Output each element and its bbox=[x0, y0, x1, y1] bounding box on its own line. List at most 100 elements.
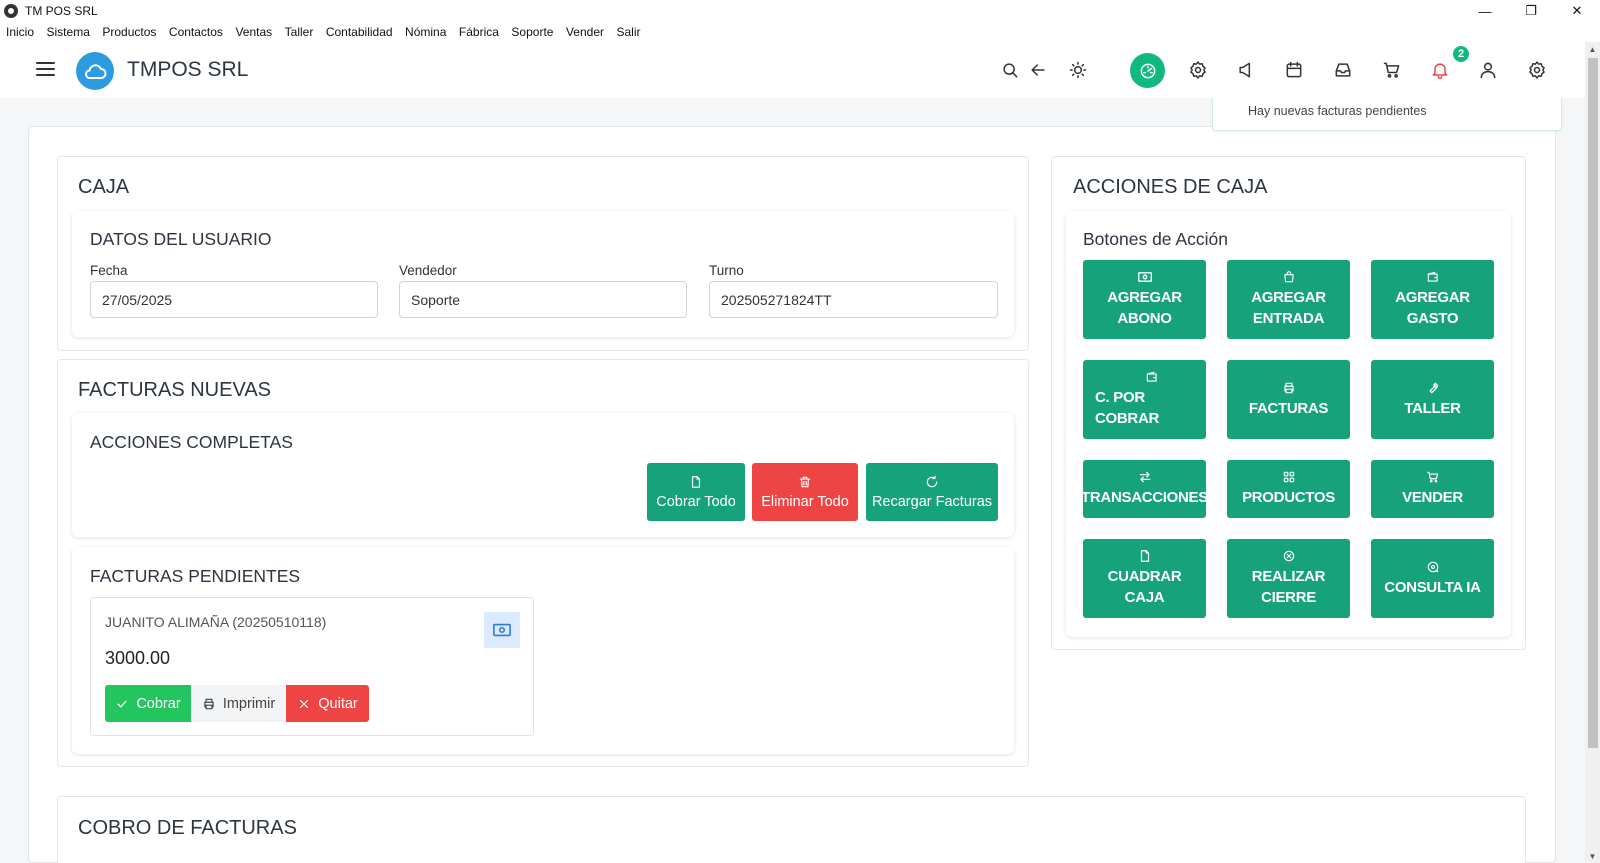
menu-item-salir[interactable]: Salir bbox=[617, 25, 641, 39]
menu-bar: Inicio Sistema Productos Contactos Venta… bbox=[0, 22, 653, 42]
recargar-facturas-button[interactable]: Recargar Facturas bbox=[866, 463, 998, 521]
notification-badge: 2 bbox=[1451, 44, 1471, 64]
scrollbar-thumb[interactable] bbox=[1588, 58, 1598, 748]
cuadrar-caja-line2: CAJA bbox=[1124, 589, 1165, 606]
cart-icon bbox=[1426, 471, 1438, 483]
fecha-input[interactable] bbox=[90, 281, 378, 318]
agregar-abono-button[interactable]: AGREGAR ABONO bbox=[1083, 260, 1206, 339]
toast-notification: Hay nuevas facturas pendientes bbox=[1212, 98, 1562, 131]
printer-icon bbox=[204, 698, 214, 709]
quitar-label: Quitar bbox=[318, 695, 358, 712]
scroll-up-arrow-icon[interactable]: ▲ bbox=[1585, 42, 1600, 56]
consulta-ia-button[interactable]: CONSULTA IA bbox=[1371, 539, 1494, 618]
imprimir-button[interactable]: Imprimir bbox=[191, 685, 286, 722]
wallet-icon bbox=[1427, 271, 1438, 282]
cobrar-button[interactable]: Cobrar bbox=[105, 685, 191, 722]
invoice-amount: 3000.00 bbox=[105, 648, 171, 668]
sun-icon[interactable] bbox=[1063, 55, 1093, 85]
fecha-label: Fecha bbox=[90, 263, 128, 278]
acciones-caja-title: ACCIONES DE CAJA bbox=[1073, 176, 1268, 198]
window-title: TM POS SRL bbox=[25, 4, 98, 18]
transfer-icon bbox=[1139, 471, 1150, 483]
cobro-facturas-title: COBRO DE FACTURAS bbox=[78, 817, 297, 839]
quitar-button[interactable]: Quitar bbox=[286, 685, 369, 722]
settings-gear-icon[interactable] bbox=[1183, 55, 1213, 85]
transacciones-button[interactable]: TRANSACCIONES bbox=[1081, 460, 1208, 518]
agregar-gasto-button[interactable]: AGREGAR GASTO bbox=[1371, 260, 1494, 339]
bell-icon[interactable] bbox=[1425, 55, 1455, 85]
invoice-card: JUANITO ALIMAÑA (20250510118) 3000.00 Co… bbox=[90, 597, 534, 736]
turno-label: Turno bbox=[709, 263, 744, 278]
facturas-nuevas-title: FACTURAS NUEVAS bbox=[78, 379, 271, 401]
bag-icon bbox=[1283, 271, 1294, 283]
trash-icon bbox=[799, 476, 811, 487]
menu-item-contactos[interactable]: Contactos bbox=[169, 25, 223, 39]
vender-button[interactable]: VENDER bbox=[1371, 460, 1494, 518]
menu-item-productos[interactable]: Productos bbox=[102, 25, 156, 39]
chat-search-icon bbox=[1427, 561, 1438, 572]
eliminar-todo-button[interactable]: Eliminar Todo bbox=[752, 463, 858, 521]
productos-label: PRODUCTOS bbox=[1242, 489, 1335, 506]
menu-item-ventas[interactable]: Ventas bbox=[235, 25, 272, 39]
user-icon[interactable] bbox=[1473, 55, 1503, 85]
cuadrar-caja-button[interactable]: CUADRAR CAJA bbox=[1083, 539, 1206, 618]
facturas-label: FACTURAS bbox=[1248, 399, 1329, 417]
app-header: TMPOS SRL bbox=[0, 42, 1585, 98]
menu-item-vender[interactable]: Vender bbox=[566, 25, 604, 39]
file-icon bbox=[1140, 550, 1149, 562]
scroll-down-arrow-icon[interactable]: ▼ bbox=[1585, 849, 1600, 863]
turno-input[interactable] bbox=[709, 281, 998, 318]
file-icon bbox=[691, 475, 701, 488]
productos-button[interactable]: PRODUCTOS bbox=[1227, 460, 1350, 518]
agregar-gasto-line1: AGREGAR bbox=[1395, 289, 1470, 306]
caja-title: CAJA bbox=[78, 176, 130, 198]
acciones-completas-title: ACCIONES COMPLETAS bbox=[90, 432, 293, 452]
menu-item-soporte[interactable]: Soporte bbox=[511, 25, 553, 39]
hamburger-menu-icon[interactable] bbox=[36, 62, 55, 76]
menu-item-contabilidad[interactable]: Contabilidad bbox=[326, 25, 393, 39]
transacciones-label: TRANSACCIONES bbox=[1081, 489, 1208, 506]
realizar-cierre-button[interactable]: REALIZAR CIERRE bbox=[1227, 539, 1350, 618]
preferences-gear-icon[interactable] bbox=[1522, 55, 1552, 85]
c-por-cobrar-line1: C. POR bbox=[1095, 389, 1145, 406]
close-button[interactable]: ✕ bbox=[1554, 0, 1600, 22]
vendedor-input[interactable] bbox=[399, 281, 687, 318]
user-data-title: DATOS DEL USUARIO bbox=[90, 229, 272, 249]
calendar-icon[interactable] bbox=[1279, 55, 1309, 85]
menu-item-nomina[interactable]: Nómina bbox=[405, 25, 446, 39]
c-por-cobrar-button[interactable]: C. POR COBRAR bbox=[1083, 360, 1206, 439]
menu-item-fabrica[interactable]: Fábrica bbox=[459, 25, 499, 39]
inbox-icon[interactable] bbox=[1328, 55, 1358, 85]
app-icon bbox=[4, 4, 18, 18]
dashboard-icon[interactable] bbox=[1130, 53, 1165, 88]
invoice-client-name: JUANITO ALIMAÑA (20250510118) bbox=[105, 614, 327, 630]
cloud-logo-icon bbox=[76, 52, 114, 90]
taller-button[interactable]: TALLER bbox=[1371, 360, 1494, 439]
agregar-gasto-line2: GASTO bbox=[1406, 310, 1459, 327]
cobrar-label: Cobrar bbox=[136, 695, 181, 712]
refresh-icon bbox=[926, 475, 938, 487]
cash-icon[interactable] bbox=[484, 612, 520, 648]
menu-item-inicio[interactable]: Inicio bbox=[6, 25, 34, 39]
cobrar-todo-button[interactable]: Cobrar Todo bbox=[647, 463, 745, 521]
cart-icon[interactable] bbox=[1377, 55, 1407, 85]
menu-item-sistema[interactable]: Sistema bbox=[47, 25, 90, 39]
agregar-entrada-button[interactable]: AGREGAR ENTRADA bbox=[1227, 260, 1350, 339]
facturas-button[interactable]: FACTURAS bbox=[1227, 360, 1350, 439]
eliminar-todo-label: Eliminar Todo bbox=[761, 493, 849, 510]
agregar-abono-line2: ABONO bbox=[1117, 310, 1172, 327]
circle-x-icon bbox=[1283, 550, 1294, 562]
search-icon[interactable] bbox=[995, 55, 1025, 85]
vertical-scrollbar[interactable]: ▲ ▼ bbox=[1585, 42, 1600, 863]
megaphone-icon[interactable] bbox=[1231, 55, 1261, 85]
menu-item-taller[interactable]: Taller bbox=[285, 25, 314, 39]
minimize-button[interactable]: — bbox=[1462, 0, 1508, 22]
agregar-entrada-line1: AGREGAR bbox=[1251, 289, 1326, 306]
arrow-left-icon[interactable] bbox=[1023, 55, 1053, 85]
cobrar-todo-label: Cobrar Todo bbox=[656, 493, 736, 510]
botones-accion-title: Botones de Acción bbox=[1083, 229, 1228, 249]
taller-label: TALLER bbox=[1404, 399, 1461, 417]
vender-label: VENDER bbox=[1402, 489, 1463, 506]
maximize-button[interactable]: ❐ bbox=[1508, 0, 1554, 22]
recargar-facturas-label: Recargar Facturas bbox=[871, 493, 993, 510]
